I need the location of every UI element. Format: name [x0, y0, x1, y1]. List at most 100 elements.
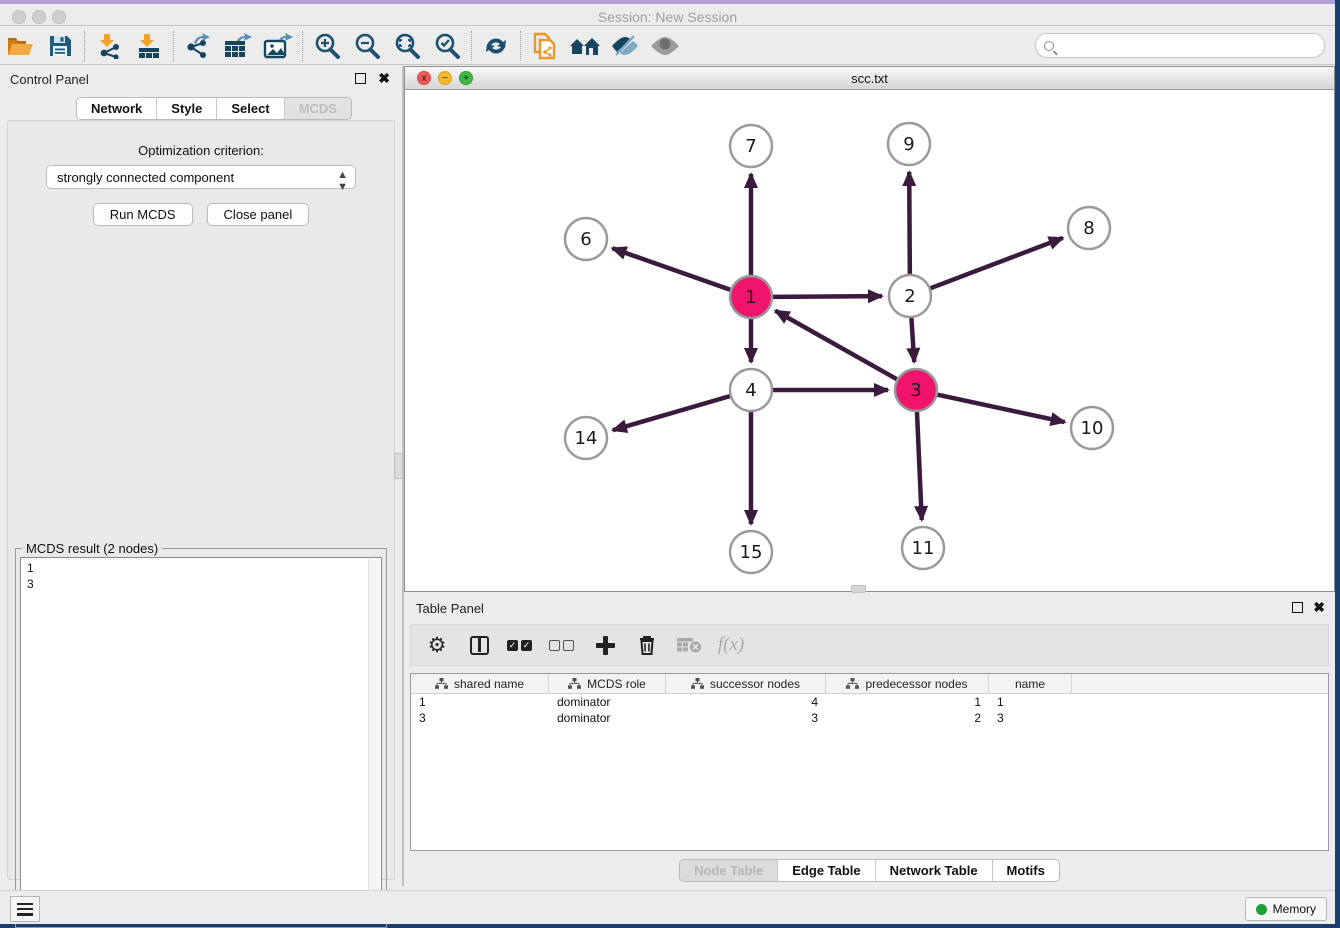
import-network-icon[interactable]: [89, 30, 129, 62]
delete-table-icon: [675, 630, 703, 660]
node-label-11: 11: [912, 538, 935, 559]
open-session-icon[interactable]: [0, 30, 40, 62]
criterion-dropdown[interactable]: strongly connected component ▲▼: [46, 165, 356, 189]
node-label-10: 10: [1081, 418, 1104, 439]
table-tabs-bar: Node TableEdge TableNetwork TableMotifs: [404, 859, 1335, 882]
node-label-3: 3: [910, 380, 921, 401]
table-panel-header: Table Panel ✖: [404, 597, 1335, 621]
column-header-predecessor-nodes[interactable]: predecessor nodes: [826, 674, 989, 693]
edge-1-6[interactable]: [612, 248, 730, 289]
zoom-selected-icon[interactable]: [427, 30, 467, 62]
toolbar-separator: [173, 31, 174, 61]
edge-arrowhead: [744, 172, 758, 188]
control-panel-title: Control Panel: [10, 72, 89, 87]
memory-label: Memory: [1273, 902, 1316, 916]
memory-status-icon: [1256, 904, 1267, 915]
search-input[interactable]: [1060, 39, 1324, 53]
node-label-9: 9: [903, 134, 914, 155]
mcds-result-list[interactable]: 13: [20, 557, 382, 923]
result-scrollbar[interactable]: [368, 559, 380, 923]
apply-layout-icon[interactable]: [476, 30, 516, 62]
status-bar: Memory: [0, 890, 1335, 924]
tab-motifs[interactable]: Motifs: [993, 860, 1059, 881]
dropdown-stepper-icon: ▲▼: [337, 169, 347, 193]
export-network-icon[interactable]: [178, 30, 218, 62]
tab-network[interactable]: Network: [77, 98, 157, 119]
cell[interactable]: dominator: [549, 694, 666, 710]
close-table-panel-icon[interactable]: ✖: [1313, 599, 1325, 616]
node-label-6: 6: [580, 229, 591, 250]
tab-mcds[interactable]: MCDS: [285, 98, 351, 119]
network-canvas[interactable]: 7968124314101511: [405, 90, 1334, 591]
export-image-icon[interactable]: [258, 30, 298, 62]
save-session-icon[interactable]: [40, 30, 80, 62]
window-title: Session: New Session: [0, 9, 1335, 25]
edge-arrowhead: [902, 170, 916, 186]
network-graph[interactable]: 7968124314101511: [405, 90, 1334, 591]
column-header-name[interactable]: name: [989, 674, 1072, 693]
cell[interactable]: 1: [411, 694, 549, 710]
cell[interactable]: 1: [826, 694, 989, 710]
cell[interactable]: 1: [989, 694, 1072, 710]
edge-3-11[interactable]: [917, 412, 922, 520]
import-table-icon[interactable]: [129, 30, 169, 62]
node-label-2: 2: [904, 286, 915, 307]
zoom-fit-icon[interactable]: [387, 30, 427, 62]
tab-network-table[interactable]: Network Table: [876, 860, 993, 881]
float-table-panel-icon[interactable]: [1292, 602, 1303, 613]
function-builder-icon: f(x): [717, 630, 745, 660]
zoom-out-icon[interactable]: [347, 30, 387, 62]
tab-node-table[interactable]: Node Table: [680, 860, 778, 881]
network-window-titlebar[interactable]: x − + scc.txt: [405, 67, 1334, 90]
select-all-icon[interactable]: ✓✓: [507, 630, 535, 660]
cell[interactable]: 4: [666, 694, 826, 710]
zoom-in-icon[interactable]: [307, 30, 347, 62]
table-toolbar: ⚙ ✓✓ f(x): [410, 624, 1329, 666]
horizontal-splitter-handle[interactable]: [851, 585, 866, 593]
delete-icon[interactable]: [633, 630, 661, 660]
float-panel-icon[interactable]: [355, 73, 366, 84]
tab-edge-table[interactable]: Edge Table: [778, 860, 875, 881]
search-box[interactable]: [1035, 33, 1325, 58]
close-panel-button[interactable]: Close panel: [207, 203, 310, 226]
node-label-15: 15: [740, 542, 763, 563]
export-table-icon[interactable]: [218, 30, 258, 62]
node-label-4: 4: [745, 380, 756, 401]
run-mcds-button[interactable]: Run MCDS: [93, 203, 193, 226]
gear-icon[interactable]: ⚙: [423, 630, 451, 660]
deselect-all-icon[interactable]: [549, 630, 577, 660]
memory-button[interactable]: Memory: [1245, 897, 1327, 921]
column-header-MCDS-role[interactable]: MCDS role: [549, 674, 666, 693]
tab-select[interactable]: Select: [217, 98, 284, 119]
column-header-shared-name[interactable]: shared name: [411, 674, 549, 693]
show-all-icon[interactable]: [645, 30, 685, 62]
cell[interactable]: dominator: [549, 710, 666, 726]
cell[interactable]: 3: [411, 710, 549, 726]
toolbar-separator: [520, 31, 521, 61]
tab-style[interactable]: Style: [157, 98, 217, 119]
edge-3-1[interactable]: [775, 311, 896, 379]
edge-2-8[interactable]: [931, 238, 1063, 288]
cell[interactable]: 2: [826, 710, 989, 726]
edge-3-10[interactable]: [938, 395, 1065, 422]
edge-arrowhead: [744, 348, 758, 364]
cell[interactable]: 3: [989, 710, 1072, 726]
edge-4-14[interactable]: [613, 396, 730, 430]
close-panel-icon[interactable]: ✖: [378, 70, 390, 87]
task-history-button[interactable]: [10, 896, 40, 922]
edge-arrowhead: [1047, 236, 1064, 249]
network-overview-icon[interactable]: [565, 30, 605, 62]
add-icon[interactable]: [591, 630, 619, 660]
cell[interactable]: 3: [666, 710, 826, 726]
hide-selected-icon[interactable]: [605, 30, 645, 62]
column-header-successor-nodes[interactable]: successor nodes: [666, 674, 826, 693]
edge-2-9[interactable]: [909, 172, 910, 274]
vertical-splitter-handle[interactable]: [394, 453, 403, 479]
edge-1-2[interactable]: [773, 296, 882, 297]
first-neighbors-icon[interactable]: [525, 30, 565, 62]
application-window: Session: New Session: [0, 0, 1335, 924]
node-table[interactable]: shared nameMCDS rolesuccessor nodesprede…: [410, 673, 1329, 851]
column-view-icon[interactable]: [465, 630, 493, 660]
table-row[interactable]: 3dominator323: [411, 710, 1328, 726]
table-row[interactable]: 1dominator411: [411, 694, 1328, 710]
